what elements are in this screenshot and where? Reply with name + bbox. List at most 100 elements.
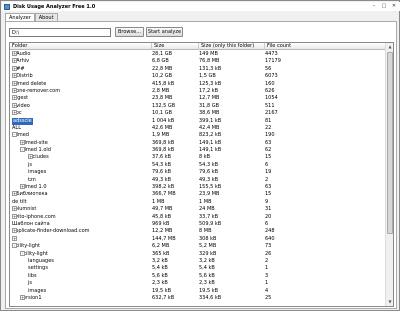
tree-row[interactable]: de tilt 1 MB 1 MB 9 <box>10 199 386 206</box>
tree-row[interactable]: +dr 144,7 MB 308 kB 640 <box>10 235 386 243</box>
size-cell: 365 kB <box>152 250 170 257</box>
expand-icon[interactable]: + <box>12 110 17 116</box>
column-header-size[interactable]: Size <box>152 43 199 50</box>
collapse-icon[interactable]: - <box>12 243 17 249</box>
tree-row[interactable]: adsscle 1 004 kB 399,1 kB 81 <box>10 117 386 125</box>
start-analyze-button[interactable]: Start analyze <box>146 27 183 37</box>
file-count-cell: 63 <box>265 184 272 191</box>
expand-icon[interactable]: + <box>12 73 17 79</box>
tree-row[interactable]: settings 5,4 kB 5,4 kB 1 <box>10 265 386 272</box>
own-size-cell: 329 kB <box>199 250 217 257</box>
file-count-cell: 25 <box>265 294 272 301</box>
tree-row[interactable]: images 19,5 kB 19,5 kB 4 <box>10 288 386 295</box>
own-size-cell: 149,1 kB <box>199 147 222 154</box>
tree-row[interactable]: js 54,3 kB 54,3 kB 6 <box>10 162 386 169</box>
folder-cell: - allmed <box>12 132 29 139</box>
expand-icon[interactable]: + <box>28 154 33 160</box>
folder-cell: + Digest <box>12 95 28 102</box>
collapse-icon[interactable]: - <box>20 250 25 256</box>
tree-row[interactable]: tzn 49,3 kB 49,3 kB 2 <box>10 177 386 184</box>
expand-icon[interactable]: + <box>12 87 17 93</box>
expand-icon[interactable]: + <box>12 235 17 241</box>
minimize-icon[interactable]: – <box>369 3 379 10</box>
file-count-cell: 63 <box>265 139 272 146</box>
column-header-file-count[interactable]: File count <box>265 43 386 50</box>
expand-icon[interactable]: + <box>12 228 17 234</box>
file-count-cell: 20 <box>265 213 272 220</box>
size-cell: 19,5 kB <box>152 287 172 294</box>
collapse-icon[interactable]: - <box>12 132 17 138</box>
expand-icon[interactable]: + <box>12 191 17 197</box>
expand-icon[interactable]: + <box>12 206 17 212</box>
tree-row[interactable]: + #Библиотека 366,7 MB 23,9 MB 15 <box>10 191 386 198</box>
expand-icon[interactable]: + <box>12 213 17 219</box>
close-icon[interactable]: ✕ <box>389 3 399 10</box>
expand-icon[interactable]: + <box>12 95 17 101</box>
folder-cell: + #Audio <box>12 51 30 58</box>
column-header-folder[interactable]: Folder <box>10 43 152 50</box>
collapse-icon[interactable]: - <box>20 147 25 153</box>
size-cell: 1 MB <box>152 198 165 205</box>
tree-row[interactable]: Шаблон сайта 969 kB 509,9 kB 6 <box>10 221 386 228</box>
file-count-cell: 73 <box>265 243 272 250</box>
tree-row[interactable]: + allmed delete 415,8 kB 125,3 kB 160 <box>10 80 386 88</box>
path-input[interactable] <box>9 28 111 37</box>
tree-row[interactable]: languages 3,2 kB 3,2 kB 2 <box>10 258 386 265</box>
scroll-thumb[interactable] <box>387 52 393 234</box>
expand-icon[interactable]: + <box>12 102 17 108</box>
scroll-down-icon[interactable]: ▼ <box>386 298 393 306</box>
tree-row[interactable]: + version1 632,7 kB 334,6 kB 25 <box>10 294 386 302</box>
own-size-cell: 79,6 kB <box>199 169 219 176</box>
own-size-cell: 149,1 kB <box>199 139 222 146</box>
own-size-cell: 1 MB <box>199 198 212 205</box>
tree-row[interactable]: images 79,6 kB 79,6 kB 19 <box>10 169 386 176</box>
folder-cell: + columnist <box>12 206 36 213</box>
tree-row[interactable]: + clone-remover.com 2,8 MB 17,2 kB 626 <box>10 87 386 95</box>
tree-row[interactable]: libs 5,6 kB 5,6 kB 3 <box>10 273 386 280</box>
tree-row[interactable]: + allmed 1.0 398,2 kB 155,5 kB 63 <box>10 184 386 191</box>
tree-row[interactable]: + #Distrib 10,2 GB 1,5 GB 6073 <box>10 73 386 80</box>
tree-row[interactable]: + allmed-site 369,8 kB 149,1 kB 63 <box>10 139 386 147</box>
maximize-icon[interactable]: □ <box>379 3 389 10</box>
tree-row[interactable]: + #video 132,5 GB 31,8 GB 511 <box>10 102 386 110</box>
expand-icon[interactable]: + <box>12 51 17 56</box>
expand-icon[interactable]: + <box>20 294 25 300</box>
tree-row[interactable]: + avito-iphone.com 45,8 kB 33,7 kB 20 <box>10 213 386 221</box>
folder-name: adsscle <box>12 117 33 125</box>
file-count-cell: 248 <box>265 228 275 235</box>
scroll-up-icon[interactable]: ▲ <box>386 43 393 51</box>
expand-icon[interactable]: + <box>12 65 17 71</box>
file-count-cell: 4 <box>265 287 269 294</box>
tree-row[interactable]: - allmed 1,9 MB 823,2 kB 190 <box>10 132 386 139</box>
folder-name: Шаблон сайта <box>12 220 50 227</box>
size-cell: 54,3 kB <box>152 161 172 168</box>
tree-row[interactable]: + duplicate-finder-download.com 12,2 MB 8 M… <box>10 228 386 235</box>
vertical-scrollbar[interactable]: ▲ ▼ <box>385 43 393 306</box>
folder-name: allmed delete <box>12 80 47 87</box>
tree-row[interactable]: + #Audio 28,1 GB 149 MB 4473 <box>10 51 386 58</box>
own-size-cell: 38,6 MB <box>199 110 220 117</box>
column-header-own-size[interactable]: Size (only this folder) <box>199 43 265 50</box>
tree-row[interactable]: + ### 22,8 MB 131,3 kB 56 <box>10 65 386 73</box>
expand-icon[interactable]: + <box>12 58 17 64</box>
tree-row[interactable]: - Exility-light 6,2 MB 5,2 MB 73 <box>10 243 386 250</box>
own-size-cell: 1,5 GB <box>199 73 216 80</box>
own-size-cell: 155,5 kB <box>199 184 222 191</box>
size-cell: 2,3 kB <box>152 280 168 287</box>
tree-row[interactable]: + Digest 23,8 MB 12,7 MB 1054 <box>10 95 386 102</box>
tree-row[interactable]: + includes 37,6 kB 8 kB 15 <box>10 154 386 161</box>
tree-row[interactable]: - allmed 1.old 369,8 kB 149,1 kB 62 <box>10 147 386 154</box>
expand-icon[interactable]: + <box>20 139 25 145</box>
tree-row[interactable]: - exility-light 365 kB 329 kB 26 <box>10 250 386 258</box>
file-count-cell: 17179 <box>265 58 281 65</box>
expand-icon[interactable]: + <box>20 184 25 190</box>
tree-row[interactable]: + columnist 49,7 MB 24 MB 31 <box>10 206 386 213</box>
expand-icon[interactable]: + <box>12 80 17 86</box>
own-size-cell: 334,6 kB <box>199 294 222 301</box>
tree-row[interactable]: +Doc 10,1 GB 38,6 MB 2167 <box>10 110 386 117</box>
tree-row[interactable]: js 2,3 kB 2,3 kB 1 <box>10 280 386 287</box>
file-count-cell: 2 <box>265 257 269 264</box>
browse-button[interactable]: Browse... <box>115 27 144 37</box>
tree-row[interactable]: ALL 42,6 MB 42,4 MB 22 <box>10 125 386 132</box>
tree-row[interactable]: + #Arhiv 6,8 GB 76,8 MB 17179 <box>10 58 386 65</box>
